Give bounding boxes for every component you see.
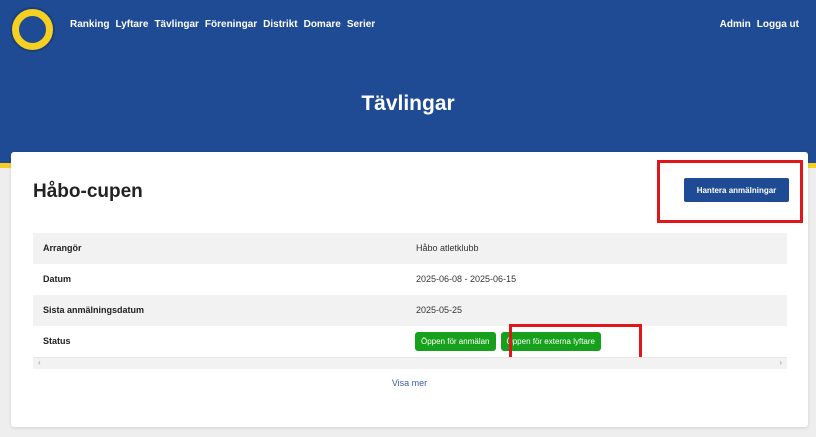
row-label: Arrangör — [43, 243, 82, 253]
nav-admin[interactable]: Admin — [720, 19, 751, 30]
header-bar: Ranking Lyftare Tävlingar Föreningar Dis… — [0, 0, 816, 168]
nav-ranking[interactable]: Ranking — [70, 19, 109, 30]
row-value: 2025-05-25 — [416, 305, 463, 315]
main-nav: Ranking Lyftare Tävlingar Föreningar Dis… — [70, 19, 375, 30]
scroll-left-icon[interactable]: ‹ — [38, 358, 41, 367]
row-label: Status — [43, 336, 71, 346]
table-row: Arrangör Håbo atletklubb — [33, 233, 787, 264]
nav-foreningar[interactable]: Föreningar — [205, 19, 257, 30]
nav-tavlingar[interactable]: Tävlingar — [154, 19, 198, 30]
user-nav: Admin Logga ut — [720, 19, 799, 30]
page-title: Tävlingar — [361, 92, 455, 115]
row-value: 2025-06-08 - 2025-06-15 — [416, 274, 517, 284]
table-row: Sista anmälningsdatum 2025-05-25 — [33, 295, 787, 326]
row-label: Sista anmälningsdatum — [43, 305, 145, 315]
show-more-link[interactable]: Visa mer — [11, 378, 808, 388]
nav-domare[interactable]: Domare — [304, 19, 341, 30]
scroll-right-icon[interactable]: › — [779, 358, 782, 367]
competition-card: Håbo-cupen Hantera anmälningar Arrangör … — [11, 152, 808, 427]
nav-lyftare[interactable]: Lyftare — [115, 19, 148, 30]
nav-logout[interactable]: Logga ut — [757, 19, 799, 30]
table-row-status: Status Öppen för anmälan Öppen för exter… — [33, 326, 787, 357]
table-row: Datum 2025-06-08 - 2025-06-15 — [33, 264, 787, 295]
row-label: Datum — [43, 274, 72, 284]
nav-serier[interactable]: Serier — [347, 19, 375, 30]
horizontal-scrollbar[interactable]: ‹ › — [33, 357, 787, 369]
competition-info-table: Arrangör Håbo atletklubb Datum 2025-06-0… — [33, 233, 787, 357]
row-value: Håbo atletklubb — [416, 243, 479, 253]
competition-title: Håbo-cupen — [33, 181, 143, 202]
manage-registrations-button[interactable]: Hantera anmälningar — [684, 178, 789, 202]
federation-logo-icon[interactable] — [10, 7, 55, 52]
highlight-box-status — [509, 324, 642, 361]
nav-distrikt[interactable]: Distrikt — [263, 19, 297, 30]
status-badge-open: Öppen för anmälan — [415, 332, 496, 351]
